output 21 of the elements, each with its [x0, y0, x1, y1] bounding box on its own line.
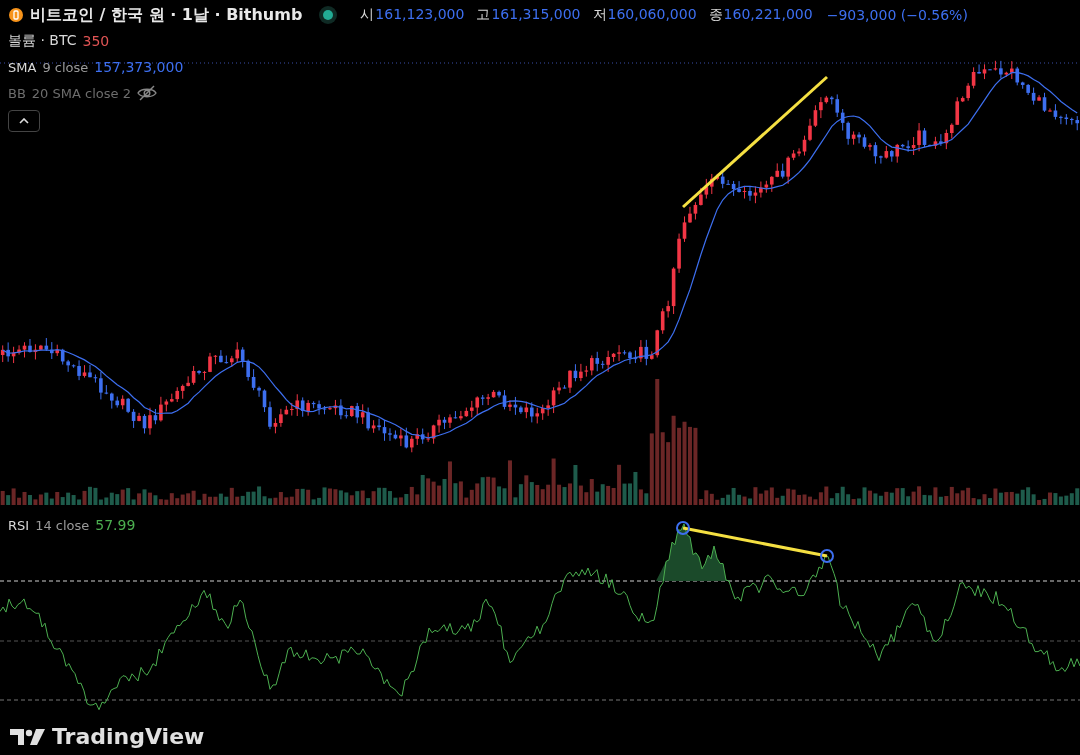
ohlc-label: 종 — [708, 6, 723, 24]
ohlc-label: 저 — [592, 6, 607, 24]
indicator-value: 57.99 — [95, 517, 136, 533]
indicator-name: RSI — [8, 517, 30, 533]
indicator-name: 볼륨 · BTC — [8, 32, 77, 50]
ohlc-value: 161,315,000 — [491, 6, 581, 24]
ohlc-label: 시 — [360, 6, 375, 24]
indicator-name: SMA — [8, 59, 37, 75]
indicator-value: 157,373,000 — [94, 59, 184, 75]
symbol-title[interactable]: 비트코인 / 한국 원 · 1날 · Bithumb — [30, 4, 303, 26]
brand-logo: TradingView — [52, 724, 205, 749]
indicator-params: 20 SMA close 2 — [31, 85, 131, 101]
indicator-name: BB — [8, 85, 26, 101]
price-change: −903,000 (−0.56%) — [826, 7, 968, 23]
indicator-value: 350 — [82, 33, 110, 49]
indicator-params: 14 close — [35, 517, 90, 533]
ohlc-value: 161,123,000 — [375, 6, 465, 24]
ohlc-value: 160,060,000 — [607, 6, 697, 24]
indicator-params: 9 close — [42, 59, 89, 75]
ohlc-value: 160,221,000 — [723, 6, 813, 24]
ohlc-label: 고 — [476, 6, 491, 24]
